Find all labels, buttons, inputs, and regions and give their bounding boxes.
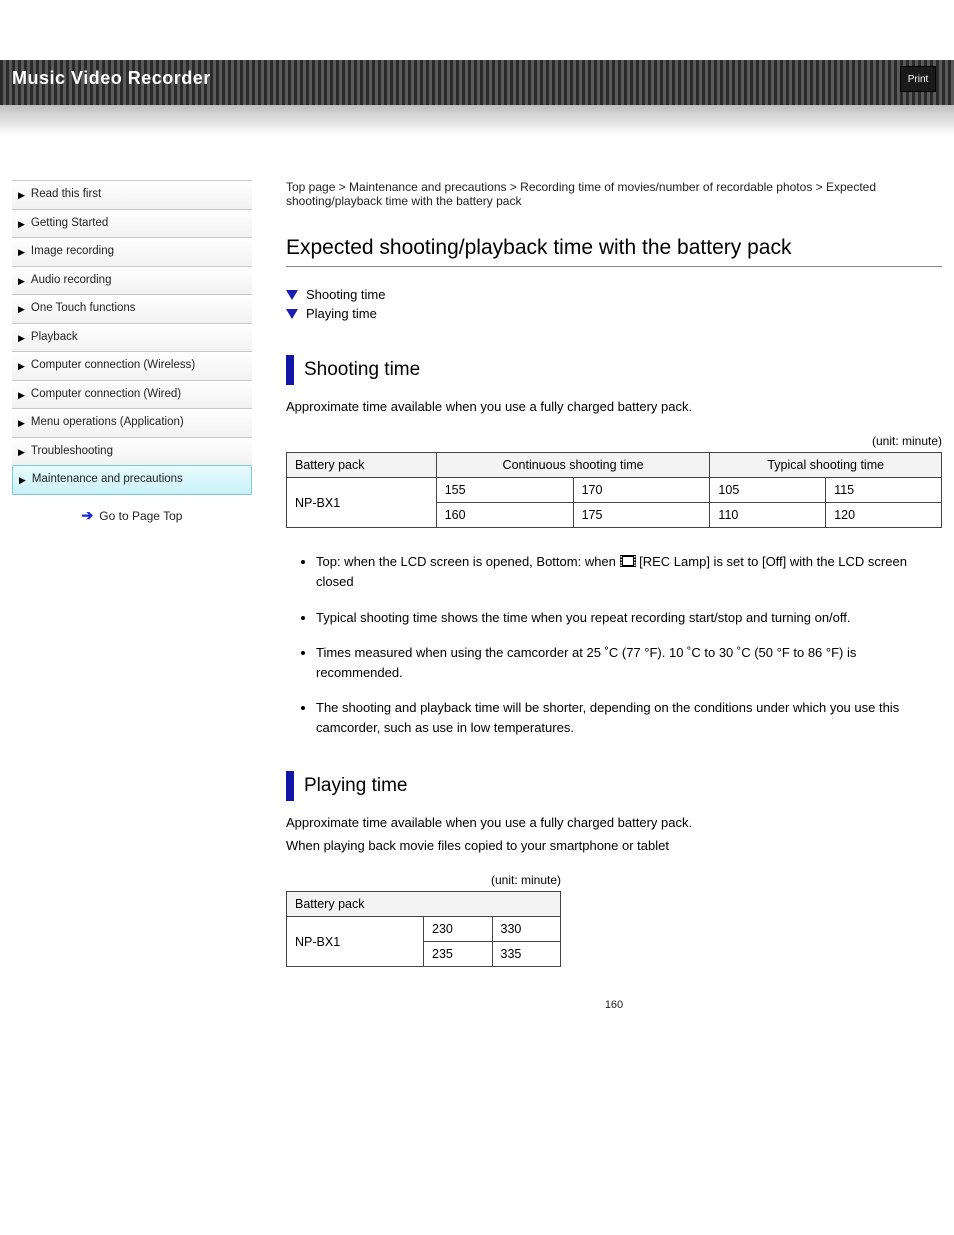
table-row: NP-BX1 155 170 105 115 [287,478,942,503]
anchor-label: Shooting time [306,287,386,302]
page-title: Expected shooting/playback time with the… [286,236,942,267]
table-row: NP-BX1 230 330 [287,917,561,942]
chevron-right-icon: ▶ [18,389,25,401]
sidebar-item-image-recording[interactable]: ▶ Image recording [12,237,252,266]
go-to-top-link[interactable]: ➔ Go to Page Top [12,495,252,536]
sidebar-item-maintenance[interactable]: ▶ Maintenance and precautions [12,465,252,495]
shooting-time-table: Battery pack Continuous shooting time Ty… [286,452,942,528]
list-item: The shooting and playback time will be s… [316,698,942,737]
cell-value: 155 [436,478,573,503]
chevron-right-icon: ▶ [19,474,26,486]
anchor-shooting-time[interactable]: Shooting time [286,287,942,302]
cell-battery: NP-BX1 [287,917,424,967]
chevron-right-icon: ▶ [18,303,25,315]
section-marker-icon [286,355,294,385]
sidebar-item-playback[interactable]: ▶ Playback [12,323,252,352]
cell-value: 110 [710,503,826,528]
sidebar-item-label: Read this first [31,187,101,203]
sidebar-item-label: Getting Started [31,216,108,232]
col-header-battery: Battery pack [287,892,561,917]
sidebar-item-label: Menu operations (Application) [31,415,184,431]
cell-value: 115 [826,478,942,503]
section-subtext: Approximate time available when you use … [286,815,942,830]
note-text: Typical shooting time shows the time whe… [316,610,851,625]
notes-list: Top: when the LCD screen is opened, Bott… [286,552,942,737]
cell-value: 330 [492,917,561,942]
sidebar-item-label: Maintenance and precautions [32,472,183,488]
cell-value: 175 [573,503,710,528]
section-marker-icon [286,771,294,801]
chevron-right-icon: ▶ [18,246,25,258]
playing-time-table: Battery pack NP-BX1 230 330 235 335 [286,891,561,967]
chevron-down-icon [286,309,298,319]
chevron-right-icon: ▶ [18,332,25,344]
sidebar-item-label: Computer connection (Wired) [31,387,181,403]
sidebar-item-conn-wired[interactable]: ▶ Computer connection (Wired) [12,380,252,409]
sidebar-item-label: Troubleshooting [31,444,113,460]
sidebar-item-one-touch[interactable]: ▶ One Touch functions [12,294,252,323]
unit-label: (unit: minute) [286,434,942,448]
chevron-right-icon: ▶ [18,189,25,201]
col-header-typical: Typical shooting time [710,453,942,478]
chevron-down-icon [286,290,298,300]
cell-value: 230 [424,917,493,942]
film-icon [620,553,636,573]
note-text: Times measured when using the camcorder … [316,645,856,680]
cell-value: 235 [424,942,493,967]
sidebar-item-troubleshooting[interactable]: ▶ Troubleshooting [12,437,252,466]
chevron-right-icon: ▶ [18,446,25,458]
chevron-right-icon: ▶ [18,417,25,429]
list-item: Top: when the LCD screen is opened, Bott… [316,552,942,592]
sidebar-item-menu-ops[interactable]: ▶ Menu operations (Application) [12,408,252,437]
product-title: Music Video Recorder [12,68,211,89]
cell-value: 160 [436,503,573,528]
section-heading-playing: Playing time [304,775,408,797]
cell-value: 105 [710,478,826,503]
sidebar-item-audio-recording[interactable]: ▶ Audio recording [12,266,252,295]
sidebar-item-label: Image recording [31,244,114,260]
note-text: The shooting and playback time will be s… [316,700,899,735]
chevron-right-icon: ▶ [18,275,25,287]
main-content: Top page > Maintenance and precautions >… [258,180,954,1051]
anchor-playing-time[interactable]: Playing time [286,306,942,321]
sidebar-item-label: Playback [31,330,78,346]
page-number: 160 [286,999,942,1011]
unit-label: (unit: minute) [286,873,561,887]
cell-battery: NP-BX1 [287,478,437,528]
section-subtext: When playing back movie files copied to … [286,838,942,853]
sidebar-item-label: Computer connection (Wireless) [31,358,195,374]
arrow-right-icon: ➔ [82,507,94,523]
col-header-continuous: Continuous shooting time [436,453,710,478]
chevron-right-icon: ▶ [18,360,25,372]
sidebar-item-label: Audio recording [31,273,112,289]
sidebar-nav: ▶ Read this first ▶ Getting Started ▶ Image… [0,180,258,1051]
cell-value: 170 [573,478,710,503]
cell-value: 335 [492,942,561,967]
go-to-top-label: Go to Page Top [99,509,182,523]
sidebar-item-conn-wireless[interactable]: ▶ Computer connection (Wireless) [12,351,252,380]
chevron-right-icon: ▶ [18,218,25,230]
anchor-label: Playing time [306,306,377,321]
print-button[interactable]: Print [900,66,936,92]
list-item: Times measured when using the camcorder … [316,643,942,682]
section-subtext: Approximate time available when you use … [286,399,942,414]
section-heading-shooting: Shooting time [304,359,420,381]
cell-value: 120 [826,503,942,528]
sidebar-item-label: One Touch functions [31,301,136,317]
sidebar-item-getting-started[interactable]: ▶ Getting Started [12,209,252,238]
sidebar-item-read-first[interactable]: ▶ Read this first [12,180,252,209]
breadcrumb: Top page > Maintenance and precautions >… [286,180,942,208]
list-item: Typical shooting time shows the time whe… [316,608,942,628]
note-text: Top: when the LCD screen is opened, Bott… [316,554,620,569]
col-header-battery: Battery pack [287,453,437,478]
